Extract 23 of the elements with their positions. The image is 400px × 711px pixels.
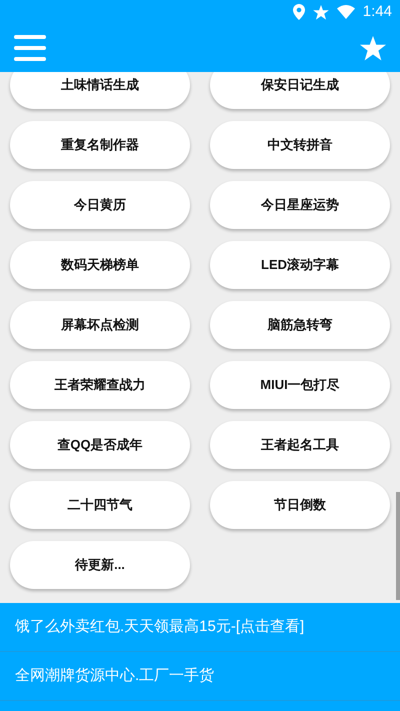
star-icon [312,4,329,20]
tool-button[interactable]: 王者荣耀查战力 [10,361,190,409]
tool-button[interactable]: 待更新... [10,541,190,589]
tool-button[interactable]: 屏幕坏点检测 [10,301,190,349]
tool-button[interactable]: 重复名制作器 [10,121,190,169]
tool-button[interactable]: LED滚动字幕 [210,241,390,289]
status-time: 1:44 [362,2,392,22]
tool-button[interactable]: 今日黄历 [10,181,190,229]
tool-button[interactable]: 今日星座运势 [210,181,390,229]
star-icon[interactable] [360,36,386,60]
tool-button[interactable]: MIUI一包打尽 [210,361,390,409]
menu-icon[interactable] [14,35,46,61]
tool-button[interactable]: 脑筋急转弯 [210,301,390,349]
wifi-icon [336,5,355,19]
tool-button[interactable]: 保安日记生成 [210,72,390,109]
tool-button[interactable]: 王者起名工具 [210,421,390,469]
tool-button[interactable]: 查QQ是否成年 [10,421,190,469]
tool-button[interactable]: 数码天梯榜单 [10,241,190,289]
tool-button[interactable]: 中文转拼音 [210,121,390,169]
tool-button[interactable]: 二十四节气 [10,481,190,529]
tool-button[interactable]: 土味情话生成 [10,72,190,109]
location-icon [292,4,305,20]
tool-button[interactable]: 节日倒数 [210,481,390,529]
